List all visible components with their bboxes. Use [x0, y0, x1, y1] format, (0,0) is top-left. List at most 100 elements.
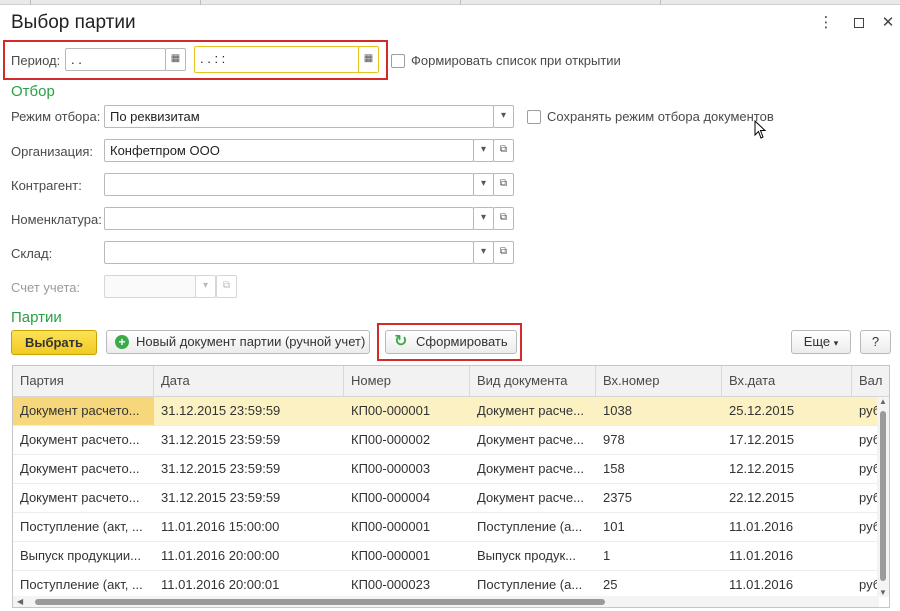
table-row[interactable]: Поступление (акт, ... 11.01.2016 15:00:0… — [13, 513, 879, 542]
cell-in-number: 101 — [603, 519, 625, 534]
warehouse-label: Склад: — [11, 246, 53, 261]
cell-date: 31.12.2015 23:59:59 — [161, 490, 281, 505]
cell-in-number: 978 — [603, 432, 625, 447]
scroll-up-icon[interactable]: ▲ — [879, 397, 887, 406]
cell-currency: руб — [859, 432, 879, 447]
cell-in-date: 11.01.2016 — [729, 548, 794, 563]
form-button-label: Сформировать — [416, 334, 508, 349]
cell-date: 31.12.2015 23:59:59 — [161, 403, 281, 418]
nomenclature-label: Номенклатура: — [11, 212, 102, 227]
period-end-input[interactable]: . . : : — [194, 46, 360, 73]
cell-in-date: 17.12.2015 — [729, 432, 795, 447]
cell-number: КП00-000023 — [351, 577, 431, 592]
table-row[interactable]: Документ расчето... 31.12.2015 23:59:59 … — [13, 397, 879, 426]
cell-doc-type: Документ расче... — [477, 403, 584, 418]
cell-doc-type: Поступление (а... — [477, 577, 583, 592]
save-mode-label: Сохранять режим отбора документов — [547, 109, 774, 124]
column-header[interactable]: Номер — [344, 366, 470, 396]
cell-batch: Документ расчето... — [20, 461, 140, 476]
cell-doc-type: Выпуск продук... — [477, 548, 577, 563]
cell-currency: руб — [859, 461, 879, 476]
new-document-button[interactable]: + Новый документ партии (ручной учет) — [106, 330, 370, 354]
cell-number: КП00-000002 — [351, 432, 431, 447]
dropdown-arrow-icon[interactable]: ▾ — [493, 105, 514, 128]
vertical-scroll-thumb[interactable] — [880, 411, 886, 581]
column-header[interactable]: Партия — [13, 366, 154, 396]
cell-in-number: 25 — [603, 577, 618, 592]
dropdown-arrow-icon[interactable]: ▾ — [473, 173, 494, 196]
cell-currency: руб — [859, 519, 879, 534]
background-tabs-strip — [0, 0, 900, 5]
cell-in-number: 2375 — [603, 490, 632, 505]
cell-in-number: 1038 — [603, 403, 632, 418]
counterparty-input[interactable] — [104, 173, 474, 196]
column-header[interactable]: Вид документа — [470, 366, 596, 396]
cell-doc-type: Документ расче... — [477, 490, 584, 505]
cell-doc-type: Поступление (а... — [477, 519, 583, 534]
open-item-icon[interactable]: ⧉ — [493, 207, 514, 230]
cell-doc-type: Документ расче... — [477, 461, 584, 476]
maximize-icon[interactable] — [850, 14, 868, 32]
warehouse-input[interactable] — [104, 241, 474, 264]
dropdown-arrow-icon[interactable]: ▾ — [473, 139, 494, 162]
counterparty-label: Контрагент: — [11, 178, 82, 193]
table-header: Партия Дата Номер Вид документа Вх.номер… — [13, 366, 889, 397]
table-row[interactable]: Документ расчето... 31.12.2015 23:59:59 … — [13, 455, 879, 484]
chevron-down-icon: ▾ — [833, 338, 839, 348]
column-header[interactable]: Вх.номер — [596, 366, 722, 396]
table-row[interactable]: Документ расчето... 31.12.2015 23:59:59 … — [13, 484, 879, 513]
more-menu-icon[interactable]: ⋮ — [817, 14, 835, 32]
cell-in-date: 11.01.2016 — [729, 519, 794, 534]
select-button[interactable]: Выбрать — [11, 330, 97, 355]
open-item-icon[interactable]: ⧉ — [493, 173, 514, 196]
table-row[interactable]: Документ расчето... 31.12.2015 23:59:59 … — [13, 426, 879, 455]
dropdown-arrow-icon[interactable]: ▾ — [473, 207, 494, 230]
open-item-icon[interactable]: ⧉ — [493, 139, 514, 162]
cell-in-date: 11.01.2016 — [729, 577, 794, 592]
filter-mode-select[interactable]: По реквизитам — [104, 105, 494, 128]
cell-date: 11.01.2016 15:00:00 — [161, 519, 280, 534]
auto-form-checkbox[interactable] — [391, 54, 405, 68]
cell-number: КП00-000001 — [351, 403, 431, 418]
scroll-down-icon[interactable]: ▼ — [879, 588, 887, 597]
cell-batch: Документ расчето... — [20, 490, 140, 505]
horizontal-scroll-thumb[interactable] — [35, 599, 605, 605]
cell-in-date: 25.12.2015 — [729, 403, 795, 418]
column-header[interactable]: Вал — [852, 366, 889, 396]
column-header[interactable]: Дата — [154, 366, 344, 396]
refresh-icon: ↻ — [394, 333, 408, 350]
cell-date: 31.12.2015 23:59:59 — [161, 461, 281, 476]
account-label: Счет учета: — [11, 280, 81, 295]
more-label: Еще — [803, 334, 831, 349]
organization-label: Организация: — [11, 144, 94, 159]
organization-input[interactable]: Конфетпром ООО — [104, 139, 474, 162]
help-button[interactable]: ? — [860, 330, 891, 354]
cell-number: КП00-000004 — [351, 490, 431, 505]
save-mode-checkbox[interactable] — [527, 110, 541, 124]
cell-currency — [852, 542, 879, 570]
more-button[interactable]: Еще ▾ — [791, 330, 851, 354]
cell-doc-type: Документ расче... — [477, 432, 584, 447]
cell-number: КП00-000003 — [351, 461, 431, 476]
dropdown-arrow-icon[interactable]: ▾ — [473, 241, 494, 264]
cell-in-date: 12.12.2015 — [729, 461, 795, 476]
auto-form-label: Формировать список при открытии — [411, 53, 621, 68]
cell-in-date: 22.12.2015 — [729, 490, 795, 505]
new-document-label: Новый документ партии (ручной учет) — [136, 334, 366, 349]
open-item-icon[interactable]: ⧉ — [493, 241, 514, 264]
add-icon: + — [115, 335, 129, 349]
calendar-icon[interactable]: ▦ — [165, 48, 186, 71]
nomenclature-input[interactable] — [104, 207, 474, 230]
scroll-left-icon[interactable]: ◀ — [17, 597, 23, 606]
open-item-icon: ⧉ — [216, 275, 237, 298]
horizontal-scrollbar[interactable]: ◀ — [13, 596, 879, 607]
calendar-icon[interactable]: ▦ — [358, 46, 379, 73]
table-row[interactable]: Выпуск продукции... 11.01.2016 20:00:00 … — [13, 542, 879, 571]
vertical-scrollbar[interactable]: ▲ ▼ — [877, 397, 889, 597]
close-icon[interactable]: ✕ — [879, 14, 897, 32]
period-start-input[interactable]: . . — [65, 48, 166, 71]
column-header[interactable]: Вх.дата — [722, 366, 852, 396]
cell-in-number: 1 — [603, 548, 611, 563]
batches-table[interactable]: Партия Дата Номер Вид документа Вх.номер… — [12, 365, 890, 608]
form-button[interactable]: ↻ Сформировать — [385, 330, 517, 354]
